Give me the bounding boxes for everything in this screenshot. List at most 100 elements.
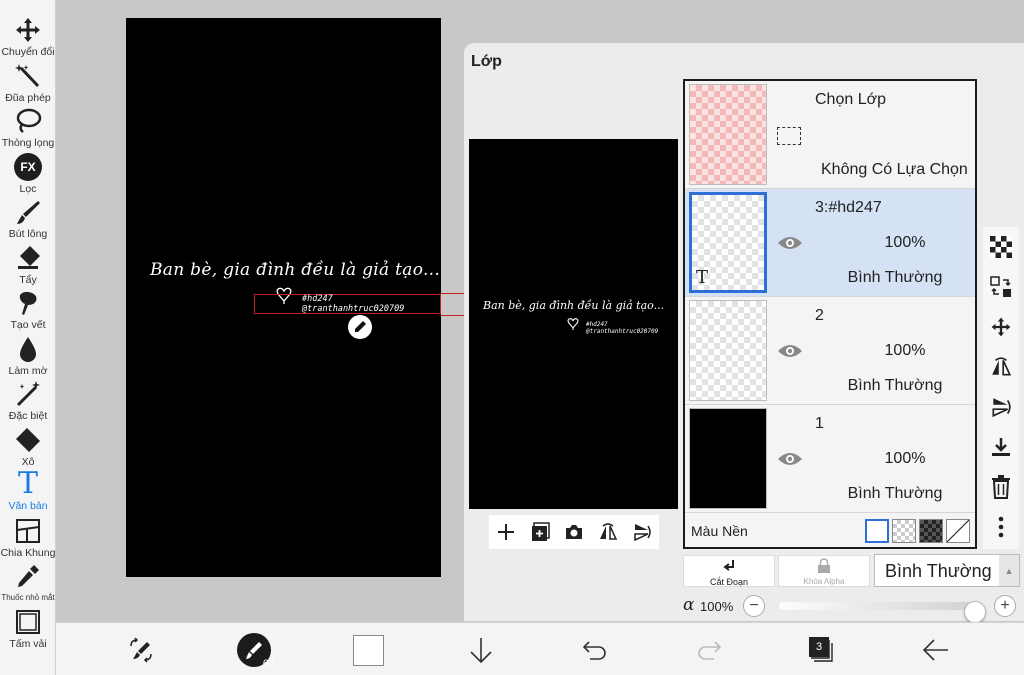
opacity-slider-knob[interactable]: [964, 601, 986, 623]
preview-tag-text: #hd247 @tranthanhtruc020709: [586, 321, 658, 335]
tool-filter[interactable]: FX Lọc: [0, 153, 56, 195]
layers-button[interactable]: 3: [805, 633, 839, 667]
tool-magic-wand[interactable]: Đũa phép: [0, 62, 56, 104]
layer-name: 3:#hd247: [815, 199, 882, 216]
tool-label: Làm mờ: [8, 365, 48, 377]
fx-icon: FX: [14, 153, 42, 181]
brush-size-button[interactable]: 67: [237, 633, 275, 670]
quick-menu-button[interactable]: [124, 633, 158, 667]
layer-thumbnail: [689, 300, 767, 401]
selection-layer-row[interactable]: Chọn Lớp Không Có Lựa Chọn: [685, 81, 975, 189]
alpha-lock-label: Khóa Alpha: [803, 577, 845, 586]
tool-bucket[interactable]: Xô: [0, 426, 56, 468]
flip-vertical-button[interactable]: [631, 521, 653, 543]
bucket-icon: [16, 428, 40, 452]
opacity-value: 100%: [700, 599, 734, 614]
bg-white-swatch[interactable]: [865, 519, 889, 543]
clip-arrow-icon: [723, 560, 734, 571]
merge-down-icon: [992, 438, 1010, 456]
eye-icon[interactable]: [777, 235, 803, 251]
layer-name: 2: [815, 307, 824, 324]
drawing-canvas[interactable]: Ban bè, gia đình đều là giả tạo... #hd24…: [126, 18, 441, 577]
more-options-button[interactable]: [983, 507, 1019, 547]
layer-blend-mode: Bình Thường: [847, 485, 943, 502]
download-button[interactable]: [464, 633, 498, 667]
tool-eyedropper[interactable]: Thuốc nhỏ mắt: [0, 562, 56, 604]
canvas-tag-text: #hd247 @tranthanhtruc020709: [302, 294, 404, 314]
bg-transparent-light-swatch[interactable]: [892, 519, 916, 543]
bg-transparent-dark-swatch[interactable]: [919, 519, 943, 543]
slash-icon: [946, 519, 970, 543]
brush-size-value: 67: [262, 658, 275, 670]
text-layer-icon: T: [696, 267, 709, 288]
layer-row-2[interactable]: 2 100% Bình Thường: [685, 297, 975, 405]
blend-mode-select[interactable]: Bình Thường ▲: [874, 554, 1020, 587]
layer-opacity: 100%: [884, 450, 926, 467]
flip-layer-horizontal-button[interactable]: [983, 347, 1019, 387]
redo-button[interactable]: [692, 633, 726, 667]
pencil-icon: [355, 321, 366, 332]
clipping-button[interactable]: Cắt Đoạn: [683, 555, 775, 587]
clipping-label: Cắt Đoạn: [709, 577, 749, 587]
text-icon: T: [17, 466, 38, 501]
lock-icon: [818, 558, 830, 573]
brush-swap-icon: [130, 637, 152, 663]
swap-layer-button[interactable]: [983, 267, 1019, 307]
tool-label: Lọc: [19, 183, 37, 195]
tool-frame-divider[interactable]: Chia Khung: [0, 517, 56, 559]
tool-special[interactable]: Đặc biệt: [0, 380, 56, 422]
alpha-lock-button[interactable]: Khóa Alpha: [778, 555, 870, 587]
tag-handle: @tranthanhtruc020709: [586, 328, 659, 335]
tool-brush[interactable]: Bút lông: [0, 198, 56, 240]
edit-text-button[interactable]: [348, 315, 372, 339]
layer-row-1[interactable]: 1 100% Bình Thường: [685, 405, 975, 513]
tool-blur[interactable]: Làm mờ: [0, 335, 56, 377]
panel-title: Lớp: [471, 53, 502, 70]
checker-fill-button[interactable]: [983, 227, 1019, 267]
tool-label: Tạo vết: [10, 319, 46, 331]
alpha-icon: α: [683, 595, 695, 615]
tool-label: Bút lông: [8, 228, 48, 240]
eye-icon[interactable]: [777, 343, 803, 359]
blend-mode-value: Bình Thường: [885, 561, 992, 581]
tool-sidebar: Chuyển đổi Đũa phép Thòng lọng FX Lọc Bú…: [0, 0, 56, 675]
add-layer-above-button[interactable]: [529, 521, 551, 543]
layer-count-value: 3: [809, 637, 829, 657]
color-picker-button[interactable]: [351, 633, 385, 667]
layer-row-3[interactable]: T 3:#hd247 100% Bình Thường: [685, 189, 975, 297]
camera-button[interactable]: [563, 521, 585, 543]
tool-label: Chia Khung: [0, 547, 56, 559]
opacity-slider[interactable]: [779, 601, 986, 623]
flip-layer-vertical-button[interactable]: [983, 387, 1019, 427]
background-color-row: Màu Nền: [685, 513, 975, 547]
selection-marquee-icon: [777, 127, 801, 145]
tool-transform[interactable]: Chuyển đổi: [0, 16, 56, 58]
add-layer-button[interactable]: [495, 521, 517, 543]
back-button[interactable]: [919, 633, 953, 667]
tool-label: Tẩy: [19, 274, 37, 286]
delete-layer-button[interactable]: [983, 467, 1019, 507]
eyedropper-icon: [18, 565, 39, 587]
layer-blend-mode: Bình Thường: [847, 377, 943, 394]
eye-icon[interactable]: [777, 451, 803, 467]
plus-icon: [498, 524, 514, 540]
swap-icon: [990, 276, 1011, 297]
tool-text[interactable]: T Văn bản: [0, 466, 56, 513]
arrow-left-icon: [922, 639, 948, 661]
checkerboard-icon: [990, 236, 1012, 258]
tool-label: Đũa phép: [5, 92, 51, 104]
frame-divider-icon: [16, 519, 40, 543]
tool-lasso[interactable]: Thòng lọng: [0, 107, 56, 149]
preview-script-text: Ban bè, gia đình đều là giả tạo...: [483, 299, 665, 312]
undo-button[interactable]: [578, 633, 612, 667]
opacity-decrease-button[interactable]: −: [743, 595, 765, 617]
redo-icon: [698, 641, 722, 660]
tool-smudge[interactable]: Tạo vết: [0, 289, 56, 331]
tool-canvas[interactable]: Tấm vải: [0, 608, 56, 650]
tool-eraser[interactable]: Tẩy: [0, 244, 56, 286]
move-layer-button[interactable]: [983, 307, 1019, 347]
flip-horizontal-button[interactable]: [597, 521, 619, 543]
merge-down-button[interactable]: [983, 427, 1019, 467]
bg-none-swatch[interactable]: [946, 519, 970, 543]
opacity-increase-button[interactable]: +: [994, 595, 1016, 617]
